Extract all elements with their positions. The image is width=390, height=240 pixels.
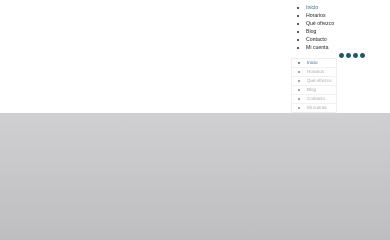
nav-item-label: Mi cuenta [306,45,329,51]
nav-item-label: Blog [307,87,317,92]
pager-dot-icon[interactable] [360,53,365,58]
secondary-nav-item-blog[interactable]: Blog [292,86,336,95]
pager-dot-icon[interactable] [353,53,358,58]
bullet-icon [298,71,300,73]
primary-nav-item-contacto[interactable]: Contacto [296,36,334,44]
secondary-nav-item-que-ofrezco[interactable]: Qué ofrezco [292,77,336,86]
pager-dots [339,53,365,58]
pager-dot-icon[interactable] [346,53,351,58]
bullet-icon [297,7,299,9]
nav-item-label: Mi cuenta [307,105,327,110]
bullet-icon [298,98,300,100]
nav-item-label: Horarios [307,69,325,74]
pager-dot-icon[interactable] [339,53,344,58]
primary-nav-item-inicio[interactable]: Inicio [296,4,334,12]
primary-nav-item-que-ofrezco[interactable]: Qué ofrezco [296,20,334,28]
bullet-icon [297,31,299,33]
page-bottom-area [0,113,390,240]
nav-item-label: Qué ofrezco [306,21,335,27]
primary-nav-item-horarios[interactable]: Horarios [296,12,334,20]
secondary-nav-item-contacto[interactable]: Contacto [292,95,336,104]
nav-item-label: Blog [306,29,317,35]
secondary-nav-item-inicio[interactable]: Inicio [292,59,336,68]
bullet-icon [297,39,299,41]
nav-item-label: Contacto [307,96,326,101]
primary-nav-menu: Inicio Horarios Qué ofrezco Blog Contact… [296,4,334,52]
nav-item-label: Qué ofrezco [307,78,332,83]
primary-nav-item-mi-cuenta[interactable]: Mi cuenta [296,44,334,52]
secondary-nav-item-mi-cuenta[interactable]: Mi cuenta [292,104,336,112]
primary-nav-item-blog[interactable]: Blog [296,28,334,36]
bullet-icon [297,47,299,49]
nav-item-label: Inicio [307,60,318,65]
bullet-icon [297,23,299,25]
nav-item-label: Inicio [306,5,319,11]
bullet-icon [298,107,300,109]
nav-item-label: Horarios [306,13,326,19]
bullet-icon [298,62,300,64]
nav-item-label: Contacto [306,37,327,43]
bullet-icon [298,80,300,82]
bullet-icon [297,15,299,17]
secondary-nav-menu: Inicio Horarios Qué ofrezco Blog Contact… [291,58,337,113]
secondary-nav-item-horarios[interactable]: Horarios [292,68,336,77]
bullet-icon [298,89,300,91]
